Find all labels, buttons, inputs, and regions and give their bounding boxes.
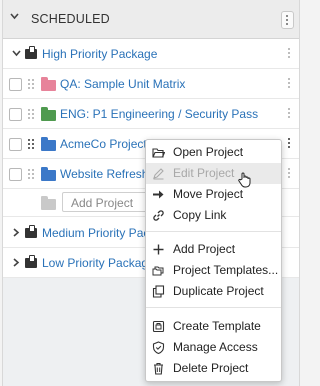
menu-item-create-template[interactable]: Create Template: [146, 316, 281, 337]
row-checkbox[interactable]: [9, 138, 22, 151]
chevron-right-icon[interactable]: [13, 228, 20, 237]
row-menu-icon[interactable]: [288, 138, 290, 140]
menu-divider: [146, 307, 281, 308]
shield-icon: [152, 341, 165, 354]
duplicate-icon: [152, 285, 165, 298]
menu-item-label: Duplicate Project: [173, 284, 264, 298]
package-row-high[interactable]: High Priority Package: [3, 39, 299, 69]
templates-icon: [152, 266, 164, 276]
folder-icon: [41, 137, 56, 151]
chevron-down-icon[interactable]: [10, 13, 19, 20]
menu-item-duplicate-project[interactable]: Duplicate Project: [146, 281, 281, 302]
row-menu-icon[interactable]: [288, 78, 290, 80]
folder-icon: [41, 107, 56, 121]
folder-open-icon: [152, 148, 165, 158]
menu-item-add-project[interactable]: Add Project: [146, 239, 281, 260]
drag-handle-icon[interactable]: [28, 79, 30, 81]
project-context-menu: Open Project Edit Project Move Project C…: [145, 139, 282, 382]
drag-handle-icon[interactable]: [28, 109, 30, 111]
folder-icon: [41, 77, 56, 91]
pencil-icon: [153, 168, 164, 180]
plus-icon: [153, 244, 164, 255]
menu-item-label: Open Project: [173, 145, 244, 159]
menu-item-project-templates[interactable]: Project Templates...: [146, 260, 281, 281]
row-checkbox[interactable]: [9, 108, 22, 121]
project-row[interactable]: QA: Sample Unit Matrix: [3, 69, 299, 99]
folder-icon: [41, 196, 56, 210]
menu-item-label: Add Project: [173, 242, 236, 256]
project-name[interactable]: ENG: P1 Engineering / Security Pass: [60, 107, 258, 121]
menu-item-label: Copy Link: [173, 208, 227, 222]
hand-cursor-icon: [238, 172, 251, 188]
menu-item-delete-project[interactable]: Delete Project: [146, 358, 281, 379]
menu-item-manage-access[interactable]: Manage Access: [146, 337, 281, 358]
link-icon: [153, 210, 164, 221]
menu-item-label: Project Templates...: [173, 263, 279, 277]
menu-item-label: Delete Project: [173, 361, 249, 375]
package-icon: [25, 255, 37, 268]
menu-item-label: Move Project: [173, 187, 244, 201]
menu-item-label: Manage Access: [173, 340, 258, 354]
chevron-down-icon[interactable]: [12, 50, 21, 57]
menu-item-edit-project[interactable]: Edit Project: [146, 163, 281, 184]
folder-icon: [41, 167, 56, 181]
add-project-input[interactable]: Add Project: [62, 192, 157, 212]
project-name[interactable]: QA: Sample Unit Matrix: [60, 77, 185, 91]
row-checkbox[interactable]: [9, 78, 22, 91]
drag-handle-icon[interactable]: [28, 169, 30, 171]
package-icon: [25, 46, 37, 59]
menu-item-open-project[interactable]: Open Project: [146, 142, 281, 163]
drag-handle-icon[interactable]: [28, 139, 30, 141]
menu-item-copy-link[interactable]: Copy Link: [146, 205, 281, 226]
create-template-icon: [152, 320, 165, 333]
row-checkbox[interactable]: [9, 168, 22, 181]
row-menu-icon[interactable]: [288, 108, 290, 110]
package-icon: [25, 225, 37, 238]
menu-item-move-project[interactable]: Move Project: [146, 184, 281, 205]
row-menu-icon[interactable]: [288, 48, 290, 50]
trash-icon: [154, 362, 163, 375]
menu-divider: [146, 231, 281, 232]
row-menu-icon[interactable]: [288, 168, 290, 170]
chevron-right-icon[interactable]: [13, 258, 20, 267]
menu-item-label: Edit Project: [173, 166, 235, 180]
package-name[interactable]: Low Priority Package: [42, 256, 155, 270]
project-row[interactable]: ENG: P1 Engineering / Security Pass: [3, 99, 299, 129]
menu-item-label: Create Template: [173, 319, 261, 333]
section-header[interactable]: SCHEDULED: [3, 0, 299, 39]
package-name[interactable]: High Priority Package: [42, 47, 157, 61]
section-title: SCHEDULED: [31, 12, 110, 26]
section-menu-button[interactable]: [281, 11, 294, 29]
arrow-right-icon: [153, 190, 164, 199]
